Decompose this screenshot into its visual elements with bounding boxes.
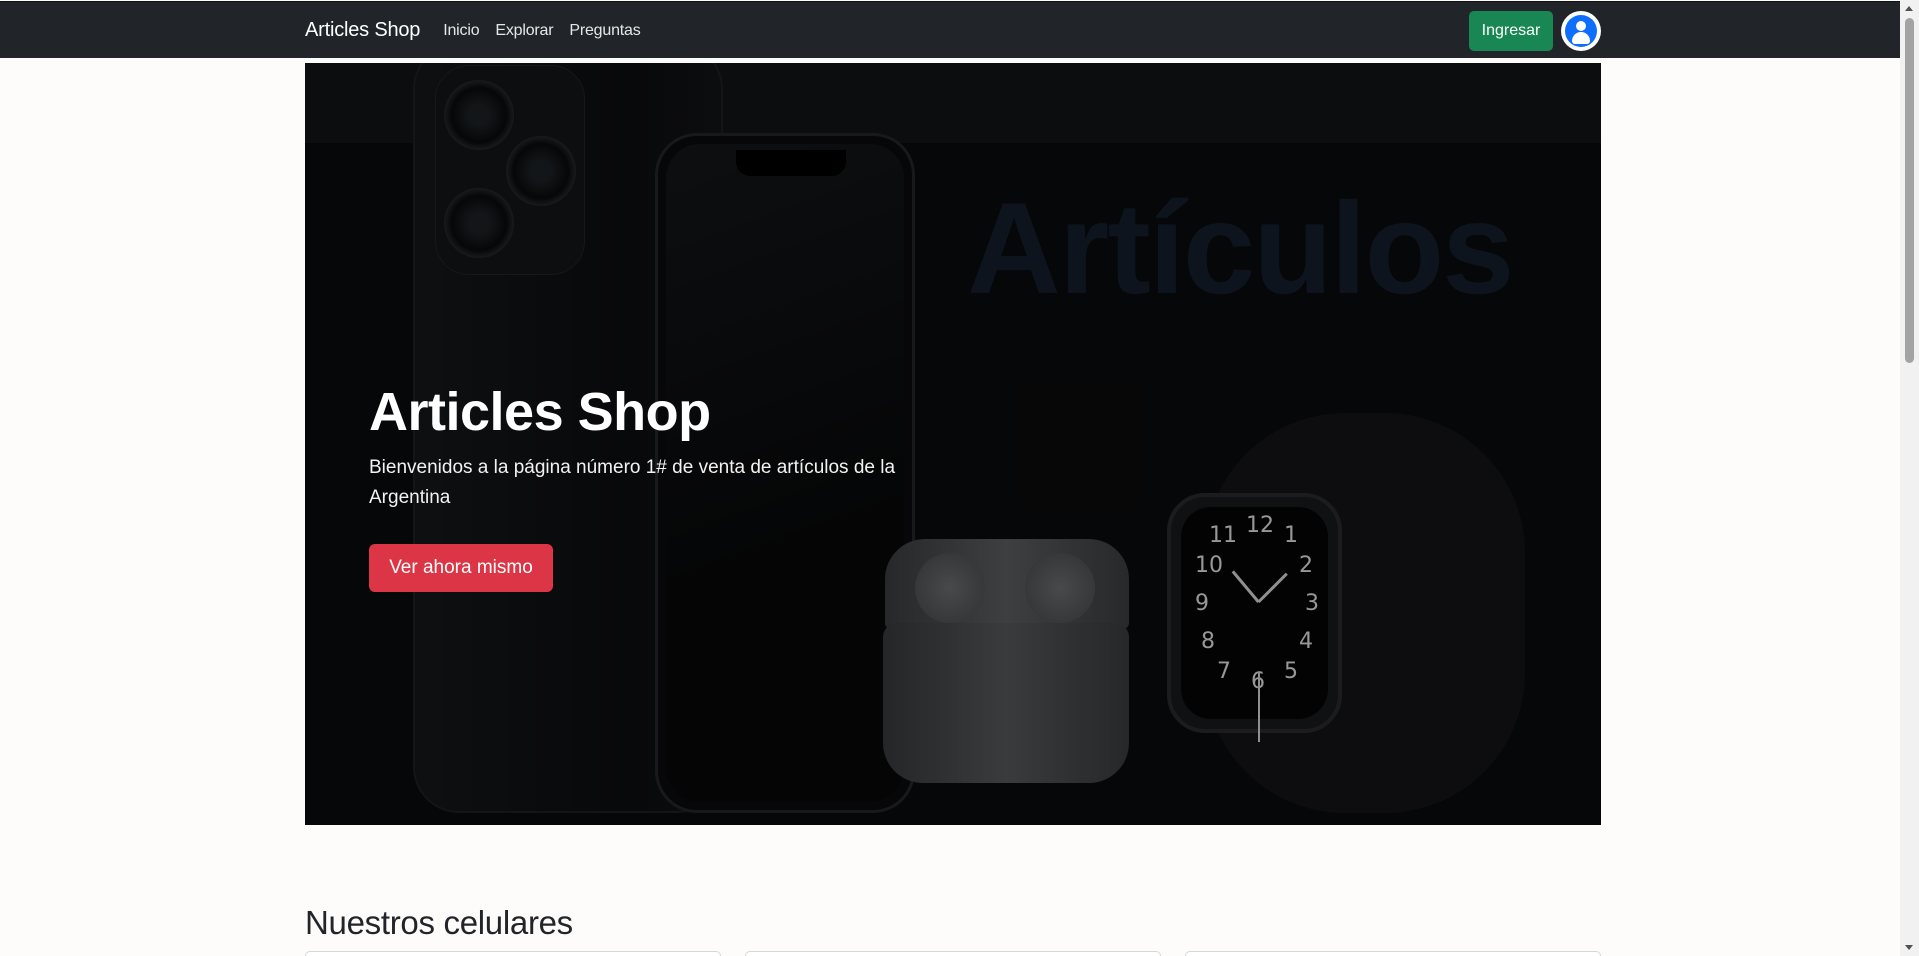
- product-card[interactable]: [745, 951, 1161, 956]
- navbar-container: Articles Shop Inicio Explorar Preguntas …: [305, 2, 1601, 59]
- nav-link-inicio[interactable]: Inicio: [443, 22, 479, 40]
- shop-now-button[interactable]: Ver ahora mismo: [369, 544, 553, 592]
- product-card[interactable]: [305, 951, 721, 956]
- nav-link-preguntas[interactable]: Preguntas: [569, 22, 640, 40]
- top-navbar: Articles Shop Inicio Explorar Preguntas …: [0, 1, 1900, 58]
- hero-subtitle: Bienvenidos a la página número 1# de ven…: [369, 457, 896, 508]
- hero-overlay: [305, 63, 1601, 825]
- brand-link[interactable]: Articles Shop: [305, 19, 420, 42]
- hero-banner: Artículos 12 1 2 3 4 5 6 7 8 9 10 11: [305, 63, 1601, 825]
- navbar-actions: Ingresar: [1469, 11, 1601, 51]
- scrollbar-thumb[interactable]: [1905, 18, 1914, 363]
- nav-link-explorar[interactable]: Explorar: [495, 22, 553, 40]
- product-card[interactable]: [1185, 951, 1601, 956]
- user-avatar[interactable]: [1561, 11, 1601, 51]
- page-scrollbar[interactable]: [1900, 0, 1919, 956]
- login-button[interactable]: Ingresar: [1469, 11, 1553, 51]
- user-icon: [1565, 15, 1597, 47]
- section-title: Nuestros celulares: [305, 904, 573, 941]
- scroll-up-arrow-icon[interactable]: [1905, 6, 1913, 11]
- hero-title: Articles Shop: [369, 382, 711, 442]
- scroll-down-arrow-icon[interactable]: [1905, 945, 1913, 950]
